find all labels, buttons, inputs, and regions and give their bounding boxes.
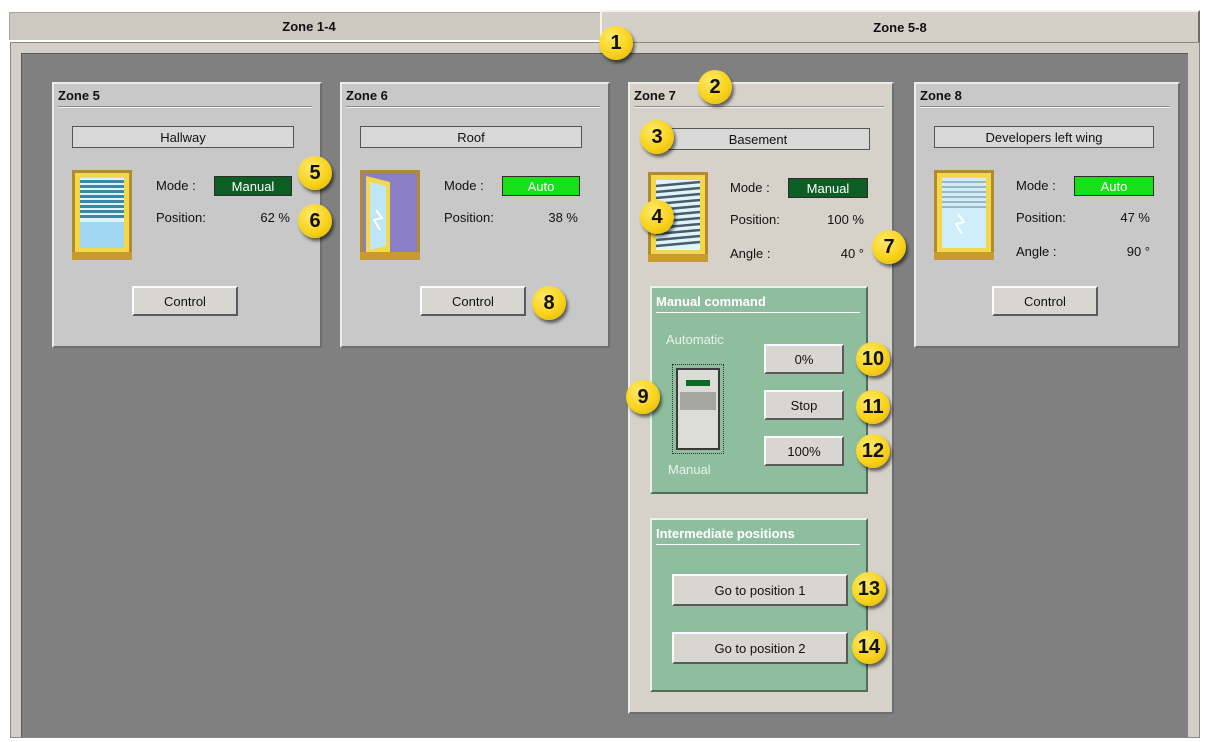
- angle-value: 90 °: [1126, 244, 1150, 259]
- mode-indicator: Manual: [214, 176, 292, 196]
- mode-label: Mode :: [1016, 178, 1056, 193]
- manual-label: Manual: [668, 462, 711, 477]
- callout-9: 9: [626, 380, 660, 414]
- position-value: 100 %: [827, 212, 864, 227]
- callout-7: 7: [872, 230, 906, 264]
- callout-12: 12: [856, 434, 890, 468]
- blind-window-icon: [934, 170, 994, 260]
- location-label: Roof: [360, 126, 582, 148]
- window-open-icon: [360, 170, 420, 260]
- callout-3: 3: [640, 120, 674, 154]
- mode-toggle-switch[interactable]: [672, 364, 724, 454]
- callout-2: 2: [698, 70, 732, 104]
- location-label: Hallway: [72, 126, 294, 148]
- zone-7-panel: Zone 7 Basement Mode : Manual Position:: [628, 82, 894, 714]
- automatic-label: Automatic: [666, 332, 724, 347]
- mode-indicator: Auto: [502, 176, 580, 196]
- mode-label: Mode :: [156, 178, 196, 193]
- mode-label: Mode :: [444, 178, 484, 193]
- position-0-button[interactable]: 0%: [764, 344, 844, 374]
- position-100-button[interactable]: 100%: [764, 436, 844, 466]
- callout-14: 14: [852, 630, 886, 664]
- intermediate-positions-title: Intermediate positions: [656, 526, 860, 545]
- zone-title: Zone 7: [634, 88, 884, 107]
- zone-title: Zone 6: [346, 88, 600, 107]
- tab-content: Zone 5 Hallway Mode : Manual Position: 6…: [10, 42, 1200, 738]
- position-value: 47 %: [1120, 210, 1150, 225]
- manual-command-title: Manual command: [656, 294, 860, 313]
- callout-13: 13: [852, 572, 886, 606]
- switch-knob: [680, 392, 716, 410]
- stop-button[interactable]: Stop: [764, 390, 844, 420]
- position-label: Position:: [444, 210, 494, 225]
- callout-11: 11: [856, 390, 890, 424]
- angle-label: Angle :: [1016, 244, 1057, 259]
- blind-window-icon: [72, 170, 132, 260]
- angle-label: Angle :: [730, 246, 771, 261]
- zone-title: Zone 8: [920, 88, 1170, 107]
- callout-5: 5: [298, 156, 332, 190]
- callout-10: 10: [856, 342, 890, 376]
- position-value: 62 %: [260, 210, 290, 225]
- location-label: Developers left wing: [934, 126, 1154, 148]
- tab-zone-5-8[interactable]: Zone 5-8: [600, 10, 1200, 42]
- control-button[interactable]: Control: [420, 286, 526, 316]
- intermediate-positions-panel: Intermediate positions Go to position 1 …: [650, 518, 868, 692]
- zone-8-panel: Zone 8 Developers left wing Mode : Auto …: [914, 82, 1180, 348]
- callout-8: 8: [532, 286, 566, 320]
- mode-indicator: Manual: [788, 178, 868, 198]
- go-to-position-2-button[interactable]: Go to position 2: [672, 632, 848, 664]
- location-label: Basement: [646, 128, 870, 150]
- callout-1: 1: [599, 26, 633, 60]
- switch-led-indicator: [686, 380, 710, 386]
- callout-4: 4: [640, 200, 674, 234]
- position-label: Position:: [1016, 210, 1066, 225]
- tab-zone-1-4[interactable]: Zone 1-4: [9, 12, 609, 40]
- mode-indicator: Auto: [1074, 176, 1154, 196]
- control-button[interactable]: Control: [992, 286, 1098, 316]
- zones-area: Zone 5 Hallway Mode : Manual Position: 6…: [21, 53, 1188, 737]
- angle-value: 40 °: [840, 246, 864, 261]
- position-label: Position:: [156, 210, 206, 225]
- zone-title: Zone 5: [58, 88, 312, 107]
- zone-6-panel: Zone 6 Roof Mode : Auto Position: 38 % C…: [340, 82, 610, 348]
- go-to-position-1-button[interactable]: Go to position 1: [672, 574, 848, 606]
- position-value: 38 %: [548, 210, 578, 225]
- manual-command-panel: Manual command Automatic Manual 0% Stop …: [650, 286, 868, 494]
- control-button[interactable]: Control: [132, 286, 238, 316]
- position-label: Position:: [730, 212, 780, 227]
- mode-label: Mode :: [730, 180, 770, 195]
- zone-5-panel: Zone 5 Hallway Mode : Manual Position: 6…: [52, 82, 322, 348]
- callout-6: 6: [298, 204, 332, 238]
